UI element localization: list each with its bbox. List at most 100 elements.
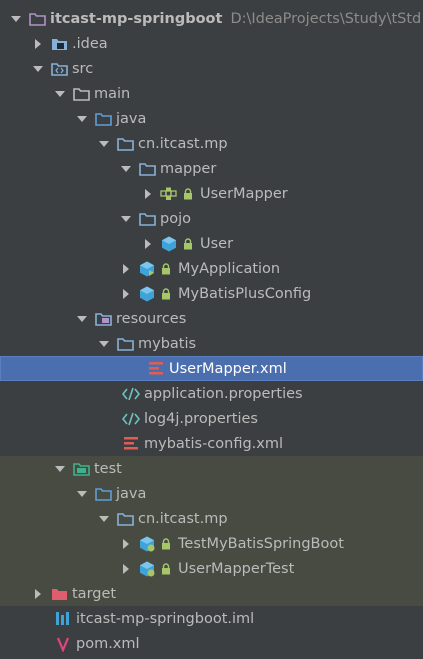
resources-folder-icon	[94, 311, 112, 327]
mapper-package-label: mapper	[160, 160, 217, 177]
tree-row-src[interactable]: src	[0, 56, 423, 81]
collapse-arrow-icon[interactable]	[98, 138, 110, 150]
tree-row-main[interactable]: main	[0, 81, 423, 106]
root-label: itcast-mp-springboot	[50, 10, 223, 27]
application-properties-label: application.properties	[144, 385, 303, 402]
tree-row-user-mapper[interactable]: UserMapper	[0, 181, 423, 206]
folder-icon	[116, 336, 134, 352]
mybatis-plus-config-label: MyBatisPlusConfig	[178, 285, 312, 302]
source-folder-icon	[50, 61, 68, 77]
tree-row-target[interactable]: target	[0, 581, 423, 606]
mybatis-dir-label: mybatis	[138, 335, 197, 352]
tree-row-pom[interactable]: pom.xml	[0, 631, 423, 656]
user-label: User	[200, 235, 234, 252]
tree-row-user-mapper-xml[interactable]: UserMapper.xml	[0, 356, 423, 381]
test-label: test	[94, 460, 122, 477]
collapse-arrow-icon[interactable]	[54, 88, 66, 100]
main-package-label: cn.itcast.mp	[138, 135, 228, 152]
tree-row-root[interactable]: itcast-mp-springboot D:\IdeaProjects\Stu…	[0, 6, 423, 31]
pom-label: pom.xml	[76, 635, 140, 652]
log4j-properties-label: log4j.properties	[144, 410, 258, 427]
collapse-arrow-icon[interactable]	[98, 338, 110, 350]
maven-file-icon	[54, 636, 72, 652]
idea-folder-icon	[50, 36, 68, 52]
collapse-arrow-icon[interactable]	[98, 513, 110, 525]
main-java-label: java	[116, 110, 147, 127]
expand-arrow-icon[interactable]	[32, 588, 44, 600]
lock-icon	[160, 262, 172, 276]
tree-row-idea[interactable]: .idea	[0, 31, 423, 56]
tree-row-mybatis-dir[interactable]: mybatis	[0, 331, 423, 356]
my-application-label: MyApplication	[178, 260, 281, 277]
expand-arrow-icon[interactable]	[120, 288, 132, 300]
xml-file-icon	[122, 436, 140, 452]
tree-row-mapper-package[interactable]: mapper	[0, 156, 423, 181]
source-root-folder-icon	[94, 486, 112, 502]
test-class-icon	[138, 561, 156, 577]
interface-icon	[160, 186, 178, 202]
tree-row-test-java[interactable]: java	[0, 481, 423, 506]
collapse-arrow-icon[interactable]	[120, 163, 132, 175]
tree-row-user[interactable]: User	[0, 231, 423, 256]
tree-row-resources[interactable]: resources	[0, 306, 423, 331]
tree-row-my-application[interactable]: MyApplication	[0, 256, 423, 281]
expand-arrow-icon[interactable]	[120, 563, 132, 575]
tree-row-pojo-package[interactable]: pojo	[0, 206, 423, 231]
tree-row-mybatis-config[interactable]: mybatis-config.xml	[0, 431, 423, 456]
collapse-arrow-icon[interactable]	[76, 313, 88, 325]
lock-icon	[160, 537, 172, 551]
iml-label: itcast-mp-springboot.iml	[76, 610, 255, 627]
user-mapper-xml-label: UserMapper.xml	[169, 360, 287, 377]
tree-row-user-mapper-test[interactable]: UserMapperTest	[0, 556, 423, 581]
tree-row-test[interactable]: test	[0, 456, 423, 481]
expand-arrow-icon[interactable]	[142, 238, 154, 250]
xml-file-icon	[147, 361, 165, 377]
lock-icon	[160, 287, 172, 301]
target-label: target	[72, 585, 117, 602]
source-root-folder-icon	[94, 111, 112, 127]
tree-row-main-package[interactable]: cn.itcast.mp	[0, 131, 423, 156]
expand-arrow-icon[interactable]	[142, 188, 154, 200]
tree-row-iml[interactable]: itcast-mp-springboot.iml	[0, 606, 423, 631]
test-class-icon	[138, 536, 156, 552]
tree-row-mybatis-plus-config[interactable]: MyBatisPlusConfig	[0, 281, 423, 306]
package-icon	[138, 161, 156, 177]
excluded-folder-icon	[50, 586, 68, 602]
tree-row-main-java[interactable]: java	[0, 106, 423, 131]
collapse-arrow-icon[interactable]	[54, 463, 66, 475]
main-label: main	[94, 85, 131, 102]
package-icon	[138, 211, 156, 227]
tree-row-test-mybatis-spring-boot[interactable]: TestMyBatisSpringBoot	[0, 531, 423, 556]
lock-icon	[182, 237, 194, 251]
tree-row-application-properties[interactable]: application.properties	[0, 381, 423, 406]
tree-row-test-package[interactable]: cn.itcast.mp	[0, 506, 423, 531]
test-java-label: java	[116, 485, 147, 502]
lock-icon	[182, 187, 194, 201]
collapse-arrow-icon[interactable]	[76, 113, 88, 125]
test-package-label: cn.itcast.mp	[138, 510, 228, 527]
folder-icon	[72, 86, 90, 102]
resources-label: resources	[116, 310, 187, 327]
idea-label: .idea	[72, 35, 108, 52]
test-folder-icon	[72, 461, 90, 477]
class-icon	[160, 236, 178, 252]
user-mapper-label: UserMapper	[200, 185, 288, 202]
collapse-arrow-icon[interactable]	[120, 213, 132, 225]
package-icon	[116, 136, 134, 152]
module-folder-icon	[28, 11, 46, 27]
class-icon	[138, 286, 156, 302]
tree-row-log4j-properties[interactable]: log4j.properties	[0, 406, 423, 431]
properties-file-icon	[122, 411, 140, 427]
expand-arrow-icon[interactable]	[120, 263, 132, 275]
runnable-class-icon	[138, 261, 156, 277]
collapse-arrow-icon[interactable]	[32, 63, 44, 75]
collapse-arrow-icon[interactable]	[76, 488, 88, 500]
expand-arrow-icon[interactable]	[32, 38, 44, 50]
properties-file-icon	[122, 386, 140, 402]
root-path: D:\IdeaProjects\Study\tStd	[230, 10, 422, 27]
expand-arrow-icon[interactable]	[120, 538, 132, 550]
package-icon	[116, 511, 134, 527]
collapse-arrow-icon[interactable]	[10, 13, 22, 25]
user-mapper-test-label: UserMapperTest	[178, 560, 295, 577]
pojo-package-label: pojo	[160, 210, 191, 227]
